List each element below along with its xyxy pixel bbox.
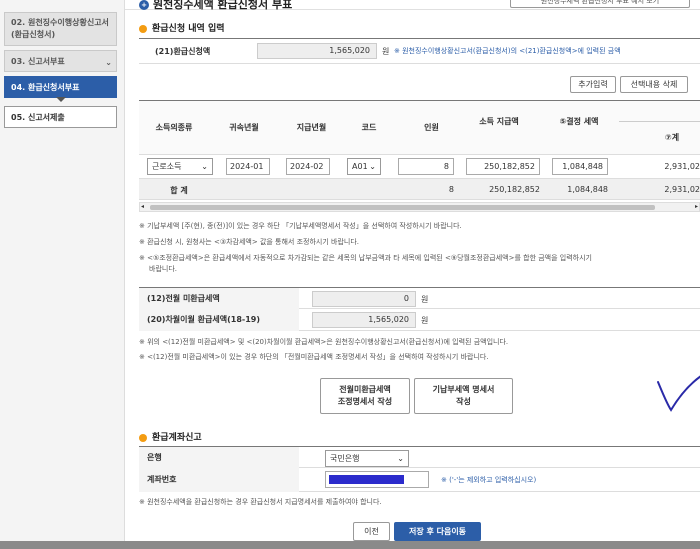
prev-refund-adjust-button[interactable]: 전월미환급세액 조정명세서 작성	[320, 378, 410, 414]
next-carry-field: 1,565,020	[312, 312, 416, 328]
delete-selected-button[interactable]: 선택내용 삭제	[620, 76, 688, 93]
prev-refund-label: (12)전월 미환급세액	[139, 288, 299, 310]
bank-select[interactable]: 국민은행 ⌄	[325, 450, 409, 467]
plus-icon: +	[139, 0, 149, 10]
income-paid-input[interactable]: 250,182,852	[466, 158, 540, 175]
prev-button[interactable]: 이전	[353, 522, 390, 541]
step-arrow-icon	[56, 97, 66, 102]
col-total: ⑦계	[664, 133, 680, 142]
chevron-down-icon: ⌄	[105, 58, 112, 67]
chevron-down-icon: ⌄	[201, 162, 208, 171]
prev-refund-row: (12)전월 미환급세액 0 원	[139, 287, 700, 310]
scroll-right-icon[interactable]: ▸	[695, 203, 698, 210]
save-next-button[interactable]: 저장 후 다음이동	[394, 522, 481, 541]
account-number-input[interactable]	[325, 471, 429, 488]
prev-refund-field: 0	[312, 291, 416, 307]
refund-amount-row: (21)환급신청액 1,565,020 원 ※ 원천징수이행상황신고서(환급신청…	[139, 38, 700, 64]
col-income-type: 소득의종류	[155, 123, 193, 132]
section-title-refund: 환급신청 내역 입력	[139, 21, 225, 34]
sidebar-item-label: 05. 신고서제출	[11, 113, 65, 122]
decided-tax-input[interactable]: 1,084,848	[552, 158, 608, 175]
refund-amount-field: 1,565,020	[257, 43, 377, 59]
sidebar-item-withholding-report[interactable]: 02. 원천징수이행상황신고서(환급신청서)	[4, 12, 117, 46]
note-line: ※ 원천징수세액을 환급신청하는 경우 환급신청서 지급명세서를 제출하여야 합…	[139, 498, 382, 506]
chevron-down-icon: ⌄	[397, 454, 404, 463]
note-line: ※ <⑤조정환급세액>은 환급세액에서 자동적으로 차가감되는 같은 세목의 납…	[139, 254, 592, 262]
col-payment: 지급년월	[296, 123, 327, 132]
unit-label: 원	[421, 295, 429, 304]
bank-row: 은행 국민은행 ⌄	[139, 446, 700, 469]
note-line: ※ 위의 <(12)전월 미환급세액> 및 <(20)차월이월 환급세액>은 원…	[139, 338, 509, 346]
scroll-left-icon[interactable]: ◂	[141, 203, 144, 210]
redacted-account-number	[329, 475, 404, 484]
add-entry-button[interactable]: 추가입력	[570, 76, 616, 93]
col-persons: 인원	[424, 123, 439, 132]
sidebar: 02. 원천징수이행상황신고서(환급신청서) 03. 신고서부표 ⌄ 04. 환…	[0, 0, 125, 549]
horizontal-scrollbar[interactable]: ◂ ▸	[139, 202, 700, 212]
sidebar-item-refund-attachment[interactable]: 04. 환급신청서부표	[4, 76, 117, 98]
table-header: 소득의종류 귀속년월 지급년월 코드 인원 소득 지급액 ⑤결정 세액 ⑦계	[139, 100, 700, 154]
paid-tax-statement-button[interactable]: 기납부세액 명세서 작성	[414, 378, 513, 414]
handwritten-check-mark	[657, 375, 700, 412]
header-divider	[619, 121, 700, 122]
note-line: ※ 환급신청 시, 원청사는 <③차감세액> 값을 통해서 조정하시기 바랍니다…	[139, 238, 360, 246]
bottom-bar	[0, 541, 700, 549]
sum-persons: 8	[448, 185, 454, 194]
page-title: + 원천징수세액 환급신청서 부표	[139, 0, 292, 12]
next-carry-row: (20)차월이월 환급세액(18-19) 1,565,020 원	[139, 309, 700, 331]
payment-input[interactable]: 2024-02	[286, 158, 330, 175]
sum-row: 합 계 8 250,182,852 1,084,848 2,931,02	[139, 178, 700, 200]
account-label: 계좌번호	[139, 468, 299, 492]
unit-label: 원	[382, 47, 390, 56]
sidebar-item-label: 02. 원천징수이행상황신고서(환급신청서)	[11, 18, 109, 39]
account-row: 계좌번호 ※ ('-'는 제외하고 입력하십시오)	[139, 468, 700, 492]
sidebar-item-label: 04. 환급신청서부표	[11, 83, 80, 92]
example-view-button[interactable]: 원천징수세액 환급신청서 부표 예시 보기	[510, 0, 690, 8]
unit-label: 원	[421, 316, 429, 325]
col-code: 코드	[361, 123, 377, 132]
note-line: ※ <(12)전월 미환급세액>이 있는 경우 하단의 「전월미환급세액 조정명…	[139, 353, 489, 361]
main-content: + 원천징수세액 환급신청서 부표 원천징수세액 환급신청서 부표 예시 보기 환…	[125, 0, 700, 549]
income-type-select[interactable]: 근로소득 ⌄	[147, 158, 213, 175]
refund-amount-label: (21)환급신청액	[155, 47, 211, 56]
refund-amount-note: ※ 원천징수이행상황신고서(환급신청서)의 <(21)환급신청액>에 입력된 금…	[394, 47, 621, 55]
title-bar: + 원천징수세액 환급신청서 부표 원천징수세액 환급신청서 부표 예시 보기	[125, 0, 700, 12]
total-cell: 2,931,02	[664, 162, 700, 171]
attribution-input[interactable]: 2024-01	[226, 158, 270, 175]
note-line: ※ 기납부세액 [주(현), 종(전)]이 있는 경우 하단 「기납부세액명세서…	[139, 222, 462, 230]
col-attribution: 귀속년월	[229, 123, 259, 132]
section-title-account: 환급계좌신고	[139, 430, 202, 443]
scroll-thumb[interactable]	[150, 205, 655, 210]
note-line: 바랍니다.	[149, 265, 177, 273]
persons-input[interactable]: 8	[398, 158, 454, 175]
sidebar-item-label: 03. 신고서부표	[11, 57, 65, 66]
sum-income-paid: 250,182,852	[489, 185, 540, 194]
account-hint: ※ ('-'는 제외하고 입력하십시오)	[441, 476, 537, 484]
col-income-paid: 소득 지급액	[479, 117, 519, 126]
sum-total: 2,931,02	[664, 185, 700, 194]
sum-decided-tax: 1,084,848	[567, 185, 608, 194]
code-select[interactable]: A01 ⌄	[347, 158, 381, 175]
chevron-down-icon: ⌄	[369, 162, 376, 171]
sidebar-item-submit[interactable]: 05. 신고서제출	[4, 106, 117, 128]
bullet-icon	[139, 24, 147, 33]
bullet-icon	[139, 433, 147, 442]
col-decided-tax: ⑤결정 세액	[559, 117, 599, 126]
bank-label: 은행	[139, 447, 299, 469]
sidebar-item-report-attachment[interactable]: 03. 신고서부표 ⌄	[4, 50, 117, 72]
table-row: 근로소득 ⌄ 2024-01 2024-02 A01 ⌄ 8 250,182,852…	[139, 154, 700, 178]
next-carry-label: (20)차월이월 환급세액(18-19)	[139, 309, 299, 331]
sum-label: 합 계	[170, 186, 188, 195]
